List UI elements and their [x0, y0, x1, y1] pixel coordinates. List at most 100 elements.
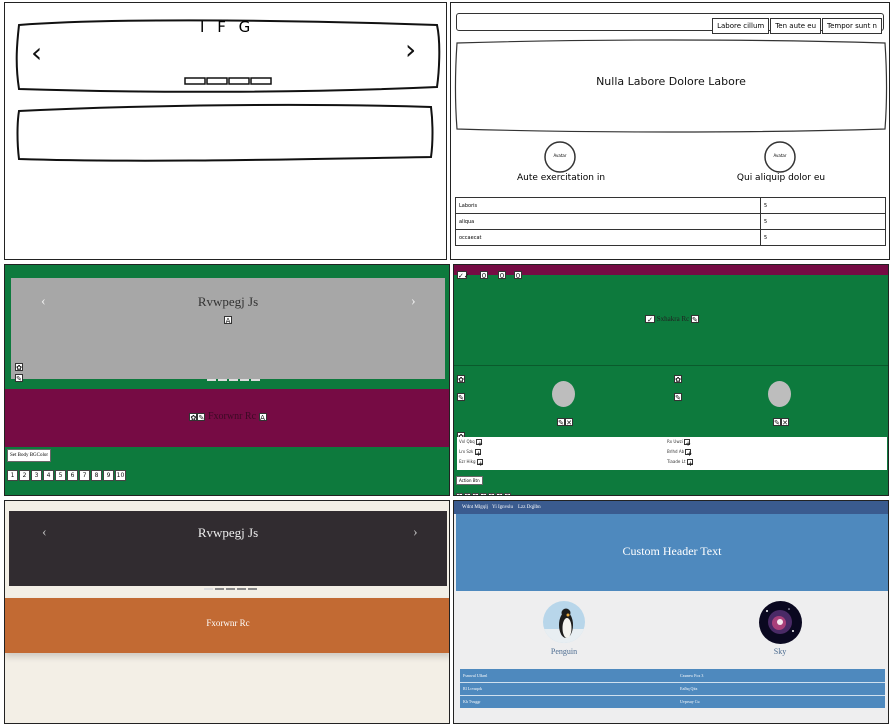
edit-icon[interactable]: ✎ — [557, 418, 565, 427]
divider — [454, 365, 888, 366]
nav-item[interactable]: Yi Ignvslu — [492, 505, 513, 510]
check-icon[interactable]: ✓✓ — [457, 271, 470, 280]
table-cell: Kh Tvuggr — [463, 699, 481, 705]
delete-icon[interactable]: ✕ — [565, 418, 573, 427]
action-button[interactable]: Action Btn — [456, 476, 483, 485]
table-cell: Fsmwul Ulkrnl — [463, 672, 488, 678]
carousel-indicator[interactable] — [251, 379, 260, 381]
carousel-indicator[interactable] — [218, 379, 227, 381]
table-row: occaecat 5 — [455, 229, 886, 246]
page-button[interactable]: 4 — [480, 493, 487, 495]
page-button[interactable]: 3 — [31, 470, 42, 481]
nav-item[interactable]: Wdnt Mlgqlj — [462, 505, 488, 510]
table-cell: occaecat — [455, 229, 761, 246]
carousel-indicators — [207, 368, 262, 386]
edit-icon[interactable]: ✎ — [773, 418, 781, 427]
wireframe-table: Laboris 5 aliqua 5 occaecat 5 — [455, 197, 886, 246]
pencil-icon[interactable]: ✎ — [15, 374, 23, 383]
carousel-indicator[interactable] — [229, 379, 238, 381]
carousel-indicator[interactable] — [226, 588, 235, 590]
blue-theme-panel: Wdnt Mlgqlj Yi Ignvslu Lzz Dqjlbn Custom… — [453, 500, 889, 724]
page-button[interactable]: 6 — [496, 493, 503, 495]
carousel-prev-arrow[interactable]: ‹ — [42, 525, 47, 541]
wireframe-hero-title: Nulla Labore Dolore Labore — [596, 75, 746, 88]
carousel: Rvwpegj Js A ‹ › ✿ ✎ — [11, 278, 445, 383]
table-cell: aliqua — [455, 213, 761, 230]
hero-title: ✓ Sxhakra Rc ✎ — [454, 315, 888, 324]
section-title-text: Fxorwnr Rc — [207, 411, 257, 422]
pencil-icon[interactable]: ✎ — [197, 412, 206, 422]
carousel-next-arrow[interactable]: › — [413, 525, 418, 541]
page-button[interactable]: 1 — [456, 493, 463, 495]
carousel-next-arrow[interactable]: › — [411, 294, 416, 310]
carousel-prev-arrow[interactable]: ‹ — [41, 294, 46, 310]
page-button[interactable]: 10 — [115, 470, 126, 481]
toggle-icon[interactable]: 0 — [480, 271, 488, 280]
page-button[interactable]: 8 — [91, 470, 102, 481]
table-row: Rl Lcvuqok Ezfhq Qitz — [460, 682, 885, 695]
pencil-icon[interactable]: ✎ — [674, 393, 682, 402]
carousel-indicator[interactable] — [248, 588, 257, 590]
toggle-icon[interactable]: 0 — [514, 271, 522, 280]
dark-orange-panel: Rvwpegj Js ‹ › Fxorwnr Rc — [4, 500, 450, 724]
wireframe-panel: Labore cillum Ten aute eu Tempor sunt n Nu… — [450, 2, 890, 260]
carousel-badge: A — [224, 316, 232, 326]
table-row: Kh Tvuggr Uvprsuy Cu — [460, 695, 885, 708]
page-button[interactable]: 6 — [67, 470, 78, 481]
sketch-next-arrow[interactable]: › — [405, 36, 416, 64]
list-item: Ezr Hikg + — [459, 459, 484, 468]
green-theme-panel: Rvwpegj Js A ‹ › ✿ ✎ ✿ ✎ Fxorwnr Rc A Set… — [4, 264, 450, 496]
list-item: Brlhd Ab + — [667, 449, 693, 458]
sketch-indicators — [184, 77, 272, 85]
edit-icon[interactable]: ✎ — [690, 315, 699, 324]
sketch-drawing — [15, 19, 441, 162]
table-cell: 5 — [760, 213, 886, 230]
carousel: Rvwpegj Js ‹ › — [9, 511, 447, 590]
carousel-indicator[interactable] — [204, 588, 213, 590]
toggle-icon[interactable]: 0 — [498, 271, 506, 280]
palette-icon[interactable]: ✿ — [189, 412, 198, 422]
table-cell: Cxsnnw Fox 3 — [680, 672, 704, 678]
penguin-icon — [543, 608, 585, 643]
page-button[interactable]: 2 — [464, 493, 471, 495]
avatar — [768, 381, 791, 407]
page-button[interactable]: 1 — [7, 470, 18, 481]
header: Custom Header Text — [456, 514, 888, 591]
carousel-indicator[interactable] — [240, 379, 249, 381]
list-item: Rx Uwzi + — [667, 439, 691, 448]
profile-name: Penguin — [550, 647, 578, 656]
penguin-avatar — [543, 601, 585, 643]
set-bg-color-button[interactable]: Set Body BGColor — [7, 449, 52, 462]
profile-name: Aute exercitation in — [516, 173, 606, 183]
page-button[interactable]: 3 — [472, 493, 479, 495]
pagination: 1 2 3 4 5 6 7 8 9 10 — [7, 464, 127, 482]
page-button[interactable]: 4 — [43, 470, 54, 481]
page-button[interactable]: 7 — [504, 493, 511, 495]
galaxy-icon — [766, 608, 794, 634]
table-cell: Rl Lcvuqok — [463, 686, 482, 691]
nav-item[interactable]: Lzz Dqjlbn — [518, 505, 541, 510]
page-button[interactable]: 7 — [79, 470, 90, 481]
palette-icon[interactable]: ✿ — [457, 375, 465, 384]
carousel-indicator[interactable] — [215, 588, 224, 590]
table-row: Laboris 5 — [455, 197, 886, 214]
delete-icon[interactable]: ✕ — [781, 418, 789, 427]
palette-icon[interactable]: ✿ — [674, 375, 682, 384]
avatar — [552, 381, 575, 407]
page-button[interactable]: 9 — [103, 470, 114, 481]
navbar: Wdnt Mlgqlj Yi Ignvslu Lzz Dqjlbn — [454, 501, 888, 514]
green-grid-panel: ✓✓ 0 0 0 ✓ Sxhakra Rc ✎ ✿✎ ✿✎ ✎✕ ✎✕ ✿ Vx… — [453, 264, 889, 496]
sketch-prev-arrow[interactable]: ‹ — [31, 39, 42, 67]
table-row: Fsmwul Ulkrnl Cxsnnw Fox 3 — [460, 669, 885, 682]
page-button[interactable]: 5 — [488, 493, 495, 495]
hero-title-text: Sxhakra Rc — [656, 315, 690, 323]
sketch-panel: I F G ‹ › — [4, 2, 447, 260]
page-button[interactable]: 5 — [55, 470, 66, 481]
table-cell: Ezfhq Qitz — [680, 686, 698, 691]
page-button[interactable]: 2 — [19, 470, 30, 481]
check-icon[interactable]: ✓ — [645, 315, 656, 324]
pencil-icon[interactable]: ✎ — [457, 393, 465, 402]
carousel-indicator[interactable] — [207, 379, 216, 381]
carousel-indicator[interactable] — [237, 588, 246, 590]
carousel-indicators — [204, 577, 259, 595]
